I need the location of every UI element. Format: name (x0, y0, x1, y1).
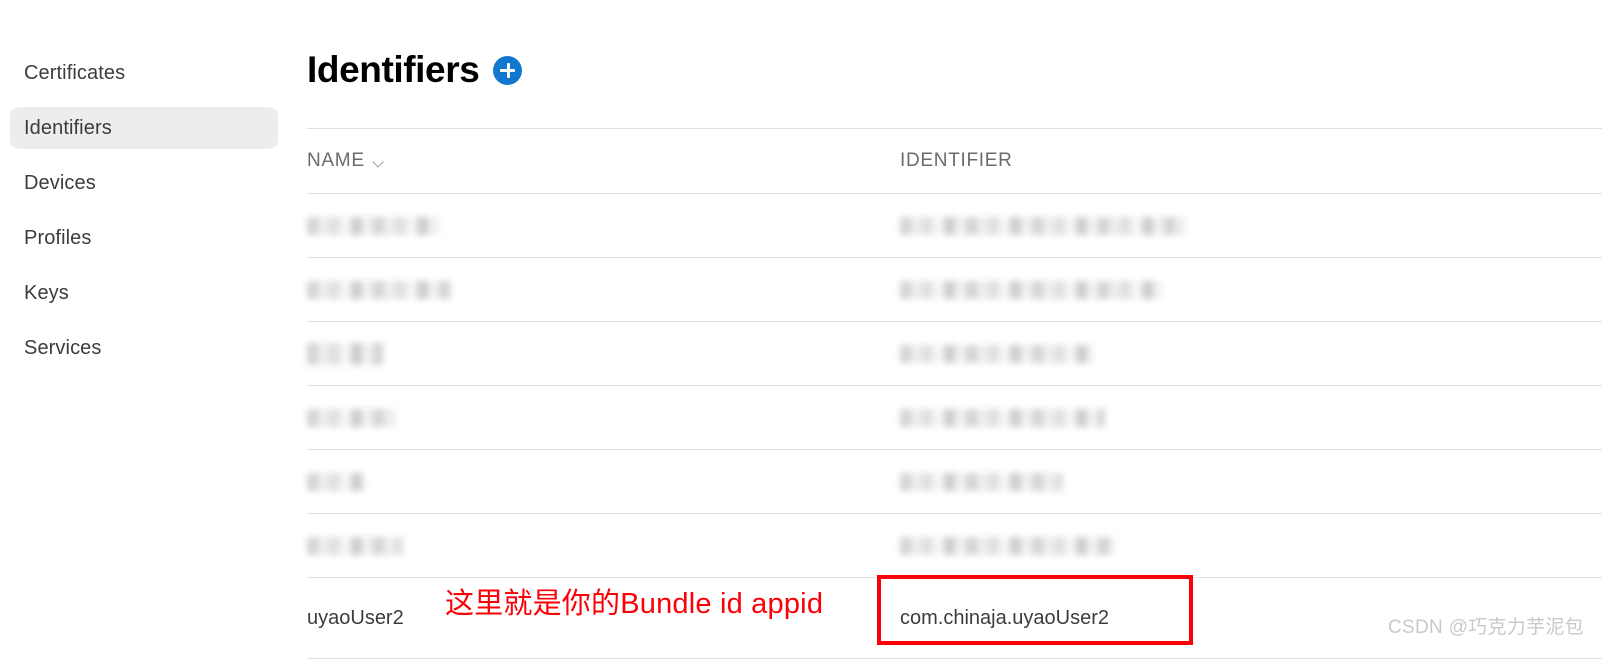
sidebar-item-label: Profiles (24, 226, 92, 249)
sidebar-item-identifiers[interactable]: Identifiers (10, 107, 278, 149)
column-header-identifier-label: IDENTIFIER (900, 150, 1013, 171)
sidebar: Certificates Identifiers Devices Profile… (0, 0, 290, 650)
cell-name (307, 536, 900, 555)
sidebar-item-devices[interactable]: Devices (10, 162, 278, 204)
table-row[interactable] (307, 386, 1602, 449)
cell-identifier (900, 472, 1602, 491)
main-content: Identifiers NAME IDENTIFIER uyaoUser2 co… (290, 0, 1602, 659)
sidebar-item-label: Keys (24, 281, 69, 304)
table-header-row: NAME IDENTIFIER (307, 129, 1602, 193)
sidebar-item-keys[interactable]: Keys (10, 272, 278, 314)
cell-identifier (900, 536, 1602, 555)
sidebar-item-label: Services (24, 336, 102, 359)
redacted-identifier (900, 408, 1105, 427)
table-row[interactable] (307, 258, 1602, 321)
sidebar-item-label: Devices (24, 171, 96, 194)
bundle-id-annotation: 这里就是你的Bundle id appid (445, 588, 824, 620)
redacted-identifier (900, 216, 1185, 235)
redacted-identifier (900, 344, 1093, 363)
cell-identifier (900, 408, 1602, 427)
redacted-identifier (900, 536, 1114, 555)
watermark: CSDN @巧克力芋泥包 (1387, 617, 1584, 638)
column-header-identifier: IDENTIFIER (900, 150, 1602, 172)
add-identifier-button[interactable] (493, 55, 523, 85)
table-row[interactable] (307, 450, 1602, 513)
cell-identifier (900, 216, 1602, 235)
sidebar-item-certificates[interactable]: Certificates (10, 52, 278, 94)
redacted-name (307, 408, 395, 427)
sidebar-item-label: Certificates (24, 61, 126, 84)
redacted-name (307, 280, 451, 299)
redacted-name (307, 536, 403, 555)
table-row[interactable] (307, 194, 1602, 257)
column-header-name-label: NAME (307, 150, 365, 171)
redacted-name (307, 342, 383, 365)
sidebar-item-services[interactable]: Services (10, 327, 278, 369)
table-row[interactable] (307, 322, 1602, 385)
app-page: Certificates Identifiers Devices Profile… (0, 0, 1602, 659)
sidebar-item-profiles[interactable]: Profiles (10, 217, 278, 259)
column-header-name[interactable]: NAME (307, 150, 900, 172)
page-title: Identifiers (307, 49, 480, 90)
identifier-bundle-id-value: com.chinaja.uyaoUser2 (900, 606, 1109, 629)
cell-identifier (900, 344, 1602, 363)
cell-name (307, 280, 900, 299)
identifier-name-value: uyaoUser2 (307, 606, 404, 629)
cell-name (307, 408, 900, 427)
cell-name (307, 216, 900, 235)
redacted-name (307, 216, 439, 235)
redacted-identifier (900, 280, 1162, 299)
cell-name (307, 342, 900, 365)
table-row[interactable] (307, 514, 1602, 577)
redacted-identifier (900, 472, 1063, 491)
sidebar-item-label: Identifiers (24, 116, 112, 139)
cell-identifier (900, 280, 1602, 299)
cell-name (307, 472, 900, 491)
chevron-down-icon[interactable] (374, 158, 385, 165)
redacted-name (307, 472, 365, 491)
page-header: Identifiers (307, 48, 523, 92)
